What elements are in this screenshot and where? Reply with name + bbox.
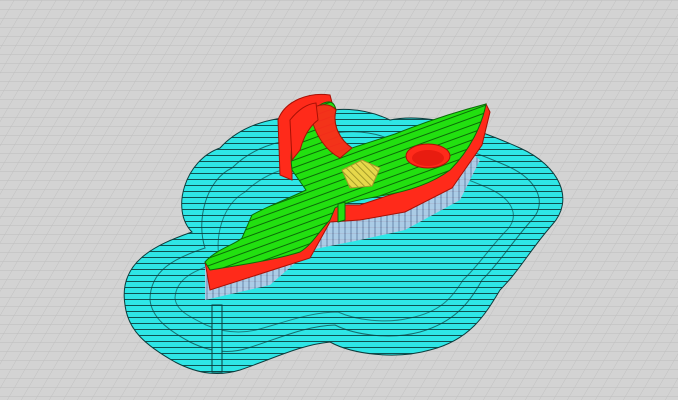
layer-preview-canvas[interactable] [0,0,678,400]
slicer-preview-viewport[interactable] [0,0,678,400]
part-detail [337,201,346,223]
part-hole [405,143,451,169]
